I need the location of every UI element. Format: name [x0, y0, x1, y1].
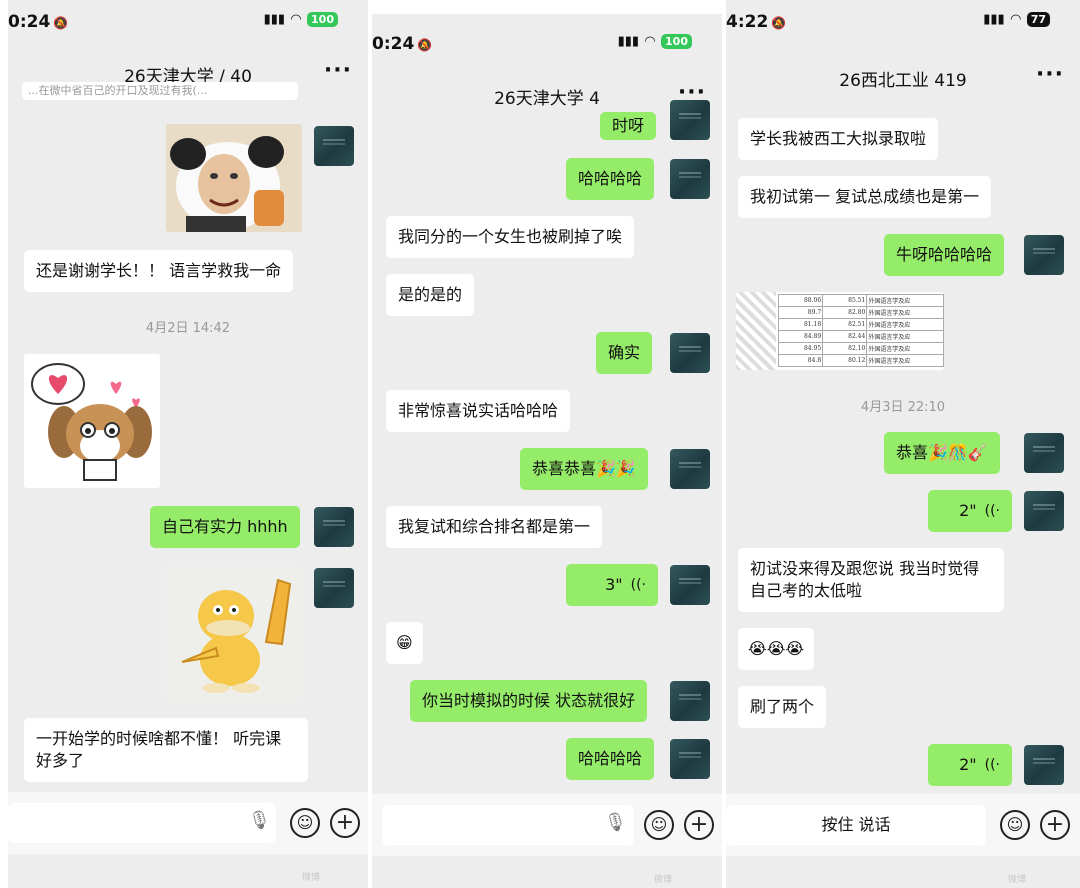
status-icons: ▮▮▮ ◠ 100: [618, 34, 692, 49]
input-bar: 按住 说话 ☺ +: [726, 794, 1080, 856]
my-avatar[interactable]: [314, 126, 354, 166]
mute-bell-icon: 🔕: [771, 16, 787, 30]
outgoing-message: 时呀: [600, 112, 657, 140]
voice-wave-icon: ((·: [630, 577, 646, 593]
my-avatar[interactable]: [670, 100, 710, 140]
status-icons: ▮▮▮ ◠ 77: [983, 12, 1050, 27]
plus-icon[interactable]: +: [1040, 810, 1070, 840]
emoji-icon[interactable]: ☺: [644, 810, 674, 840]
voice-wave-icon: ((·: [984, 757, 1000, 773]
status-time: 0:24 🔕: [8, 12, 69, 32]
my-avatar[interactable]: [1024, 235, 1064, 275]
incoming-message: 初试没来得及跟您说 我当时觉得自己考的太低啦: [738, 548, 1004, 612]
cellular-signal-icon: ▮▮▮: [263, 12, 286, 27]
message-input[interactable]: [8, 803, 276, 843]
press-to-talk-button[interactable]: 按住 说话: [726, 805, 986, 845]
watermark: 微博: [302, 873, 321, 883]
status-bar: 4:22 🔕 ▮▮▮ ◠ 77: [726, 0, 1080, 40]
timestamp: 4月2日 14:42: [145, 321, 231, 336]
voice-message[interactable]: 3" ((·: [566, 564, 658, 606]
my-avatar[interactable]: [314, 568, 354, 608]
timestamp: 4月3日 22:10: [860, 400, 946, 415]
more-options-icon[interactable]: ···: [1036, 62, 1064, 87]
plus-icon[interactable]: +: [330, 808, 360, 838]
puppy-hearts-sticker[interactable]: [24, 354, 160, 488]
my-avatar[interactable]: [1024, 433, 1064, 473]
voice-message[interactable]: 2" ((·: [928, 490, 1012, 532]
wifi-icon: ◠: [291, 12, 302, 27]
mute-bell-icon: 🔕: [417, 38, 433, 52]
voice-message[interactable]: 2" ((·: [928, 744, 1012, 786]
chat-panel-1: 0:24 🔕 ▮▮▮ ◠ 100 26天津大学 / 40 ··· ...在微中省百…: [8, 0, 368, 888]
cut-off-message: ...在微中省百己的开口及现过有我(...: [22, 82, 298, 100]
voice-duration: 2": [959, 755, 977, 774]
incoming-message: 学长我被西工大拟录取啦: [738, 118, 939, 160]
wifi-icon: ◠: [645, 34, 656, 49]
my-avatar[interactable]: [314, 507, 354, 547]
my-avatar[interactable]: [670, 449, 710, 489]
incoming-message: 还是谢谢学长！！ 语言学救我一命: [24, 250, 294, 292]
message-input[interactable]: [382, 805, 634, 845]
my-avatar[interactable]: [670, 681, 710, 721]
status-bar: 0:24 🔕 ▮▮▮ ◠ 100: [8, 0, 368, 40]
my-avatar[interactable]: [1024, 491, 1064, 531]
battery-indicator: 100: [661, 34, 692, 49]
battery-indicator: 100: [307, 12, 338, 27]
outgoing-message: 哈哈哈哈: [566, 738, 655, 780]
incoming-emoji-message: 😁: [386, 622, 423, 664]
status-time: 4:22 🔕: [726, 12, 787, 32]
emoji-icon[interactable]: ☺: [290, 808, 320, 838]
more-options-icon[interactable]: ···: [324, 58, 352, 83]
panda-face-sticker[interactable]: [166, 124, 302, 232]
score-table-image[interactable]: 88.06 85.51 外国语言学及应 89.7 82.80 外国语言学及应 81.18…: [736, 292, 944, 370]
mute-bell-icon: 🔕: [53, 16, 69, 30]
input-bar: 🎙 ☺ +: [8, 792, 368, 854]
outgoing-message: 哈哈哈哈: [566, 158, 655, 200]
my-avatar[interactable]: [670, 739, 710, 779]
status-bar: 0:24 🔕 ▮▮▮ ◠ 100: [372, 22, 722, 62]
watermark: 微博: [1008, 875, 1027, 885]
top-gap: [372, 0, 722, 14]
voice-duration: 3": [605, 575, 623, 594]
incoming-message: 非常惊喜说实话哈哈哈: [386, 390, 571, 432]
my-avatar[interactable]: [1024, 745, 1064, 785]
status-icons: ▮▮▮ ◠ 100: [264, 12, 338, 27]
emoji-icon[interactable]: ☺: [1000, 810, 1030, 840]
mosaic-blur: [736, 292, 776, 370]
input-bar: 🎙 ☺ +: [372, 794, 722, 856]
incoming-message: 刷了两个: [738, 686, 827, 728]
chat-panel-3: 4:22 🔕 ▮▮▮ ◠ 77 26西北工业 419 ··· 学长我被西工大拟录取…: [726, 0, 1080, 888]
microphone-icon[interactable]: 🎙: [248, 810, 271, 831]
incoming-message: 是的是的: [386, 274, 475, 316]
outgoing-message: 恭喜恭喜🎉🎉: [520, 448, 648, 490]
score-table: 88.06 85.51 外国语言学及应 89.7 82.80 外国语言学及应 81.18…: [777, 294, 944, 367]
chat-title: 26西北工业 419: [839, 71, 967, 91]
voice-duration: 2": [959, 501, 977, 520]
voice-wave-icon: ((·: [984, 503, 1000, 519]
plus-icon[interactable]: +: [684, 810, 714, 840]
outgoing-message: 确实: [596, 332, 653, 374]
wifi-icon: ◠: [1010, 12, 1021, 27]
my-avatar[interactable]: [670, 333, 710, 373]
my-avatar[interactable]: [670, 565, 710, 605]
watermark: 微博: [654, 875, 673, 885]
cellular-signal-icon: ▮▮▮: [617, 34, 640, 49]
incoming-message: 我初试第一 复试总成绩也是第一: [738, 176, 992, 218]
my-avatar[interactable]: [670, 159, 710, 199]
incoming-emoji-message: 😭😭😭: [738, 628, 815, 670]
cellular-signal-icon: ▮▮▮: [983, 12, 1005, 27]
chat-panel-2: 0:24 🔕 ▮▮▮ ◠ 100 26天津大学 4 ··· 时呀 哈哈哈哈 我同分…: [372, 0, 722, 888]
incoming-message: 一开始学的时候啥都不懂！ 听完课好多了: [24, 718, 308, 782]
status-time: 0:24 🔕: [372, 34, 433, 54]
outgoing-message: 恭喜🎉🎊🎸: [884, 432, 1000, 474]
incoming-message: 我复试和综合排名都是第一: [386, 506, 603, 548]
incoming-message: 我同分的一个女生也被刷掉了唉: [386, 216, 635, 258]
microphone-icon[interactable]: 🎙: [604, 812, 627, 833]
chat-header: 26西北工业 419 ···: [726, 60, 1080, 94]
psyduck-thumbs-up-sticker[interactable]: [166, 566, 302, 700]
battery-indicator: 77: [1026, 12, 1050, 27]
outgoing-message: 牛呀哈哈哈哈: [884, 234, 1005, 276]
outgoing-message: 你当时模拟的时候 状态就很好: [410, 680, 648, 722]
outgoing-message: 自己有实力 hhhh: [150, 506, 300, 548]
